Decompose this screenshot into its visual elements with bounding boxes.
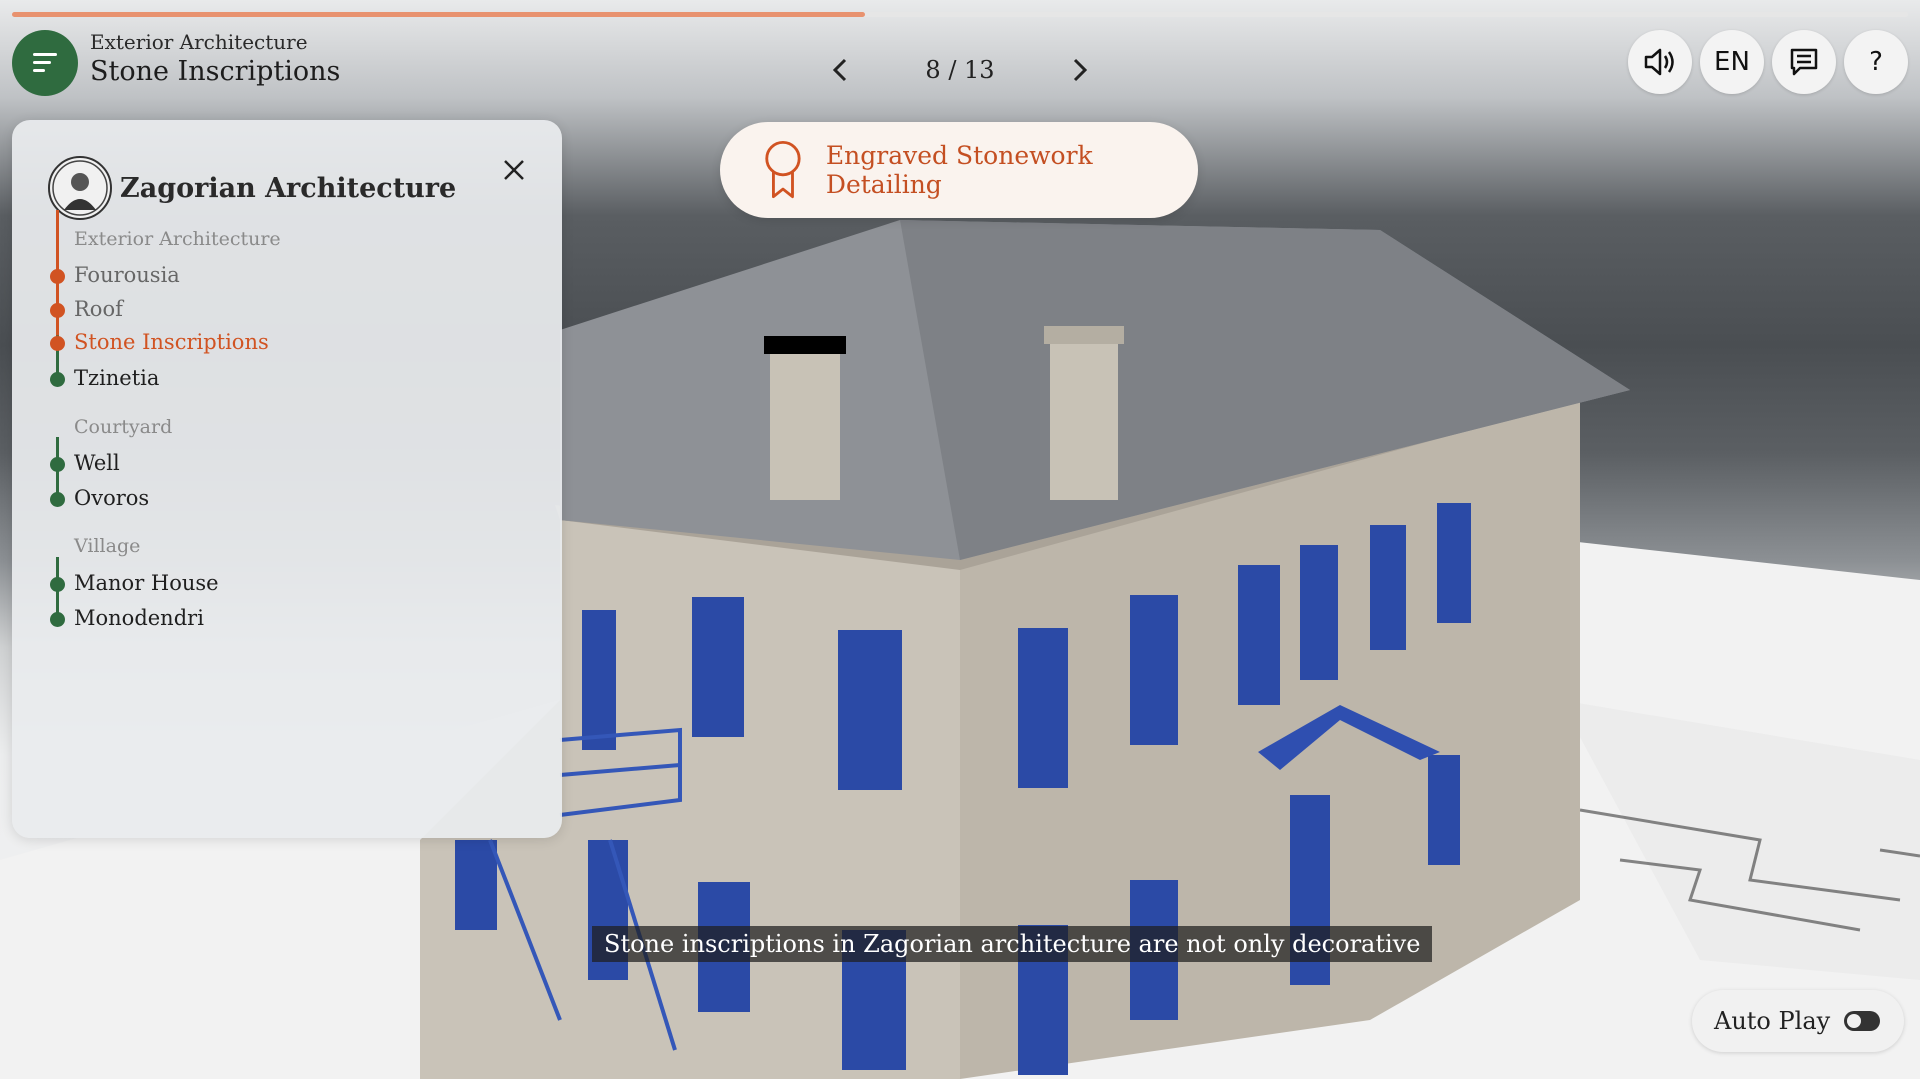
- toc-dot: [50, 577, 65, 592]
- menu-lines-icon: [33, 53, 57, 72]
- toc-group-heading: Courtyard: [74, 416, 173, 438]
- sound-button[interactable]: [1628, 30, 1692, 94]
- toc-dot: [50, 612, 65, 627]
- toggle-switch[interactable]: [1844, 1011, 1881, 1031]
- progress-fill: [12, 12, 866, 17]
- slide-pager: 8 / 13: [820, 48, 1100, 92]
- table-of-contents-panel: Zagorian Architecture Exterior Architect…: [12, 120, 562, 838]
- toc-group-heading: Exterior Architecture: [74, 228, 281, 250]
- toc-item-stone-inscriptions[interactable]: Stone Inscriptions: [74, 330, 269, 354]
- slide-counter: 8 / 13: [925, 56, 995, 84]
- language-button[interactable]: EN: [1700, 30, 1764, 94]
- chevron-left-icon: [832, 58, 847, 82]
- toc-item-monodendri[interactable]: Monodendri: [74, 606, 204, 630]
- toolbar: EN ?: [1628, 30, 1908, 94]
- autoplay-label: Auto Play: [1714, 1007, 1831, 1035]
- header-section: Exterior Architecture: [90, 30, 308, 54]
- help-button[interactable]: ?: [1844, 30, 1908, 94]
- header-titles: Exterior Architecture Stone Inscriptions: [90, 30, 340, 87]
- toc-item-tzinetia[interactable]: Tzinetia: [74, 366, 159, 390]
- toc-item-well[interactable]: Well: [74, 451, 120, 475]
- toc-dot: [50, 372, 65, 387]
- next-button[interactable]: [1060, 50, 1100, 90]
- toc-list: Exterior Architecture Fourousia Roof Stone …: [12, 120, 562, 838]
- award-ribbon-icon: [765, 140, 801, 199]
- hotspot-badge[interactable]: Engraved Stonework Detailing: [720, 122, 1198, 218]
- toc-item-ovoros[interactable]: Ovoros: [74, 486, 149, 510]
- speaker-icon: [1644, 48, 1674, 76]
- toc-dot: [50, 457, 65, 472]
- toc-item-manor-house[interactable]: Manor House: [74, 571, 219, 595]
- previous-button[interactable]: [820, 50, 860, 90]
- toc-item-roof[interactable]: Roof: [74, 297, 123, 321]
- chevron-right-icon: [1073, 58, 1088, 82]
- page-title: Stone Inscriptions: [90, 56, 341, 87]
- toggle-knob: [1847, 1014, 1862, 1028]
- subtitle-caption: Stone inscriptions in Zagorian architect…: [592, 926, 1433, 962]
- toc-connector-line: [56, 210, 59, 384]
- subtitles-button[interactable]: [1772, 30, 1836, 94]
- toc-group-heading: Village: [74, 535, 141, 557]
- menu-button[interactable]: [12, 30, 78, 96]
- toc-dot: [50, 303, 65, 318]
- badge-label: Engraved Stonework Detailing: [825, 141, 1093, 199]
- chat-icon: [1790, 48, 1818, 76]
- toc-dot: [50, 269, 65, 284]
- toc-dot: [50, 336, 65, 351]
- toc-dot: [50, 492, 65, 507]
- toc-item-fourousia[interactable]: Fourousia: [74, 263, 180, 287]
- tour-progress-bar: [12, 12, 1908, 17]
- autoplay-toggle[interactable]: Auto Play: [1692, 990, 1904, 1052]
